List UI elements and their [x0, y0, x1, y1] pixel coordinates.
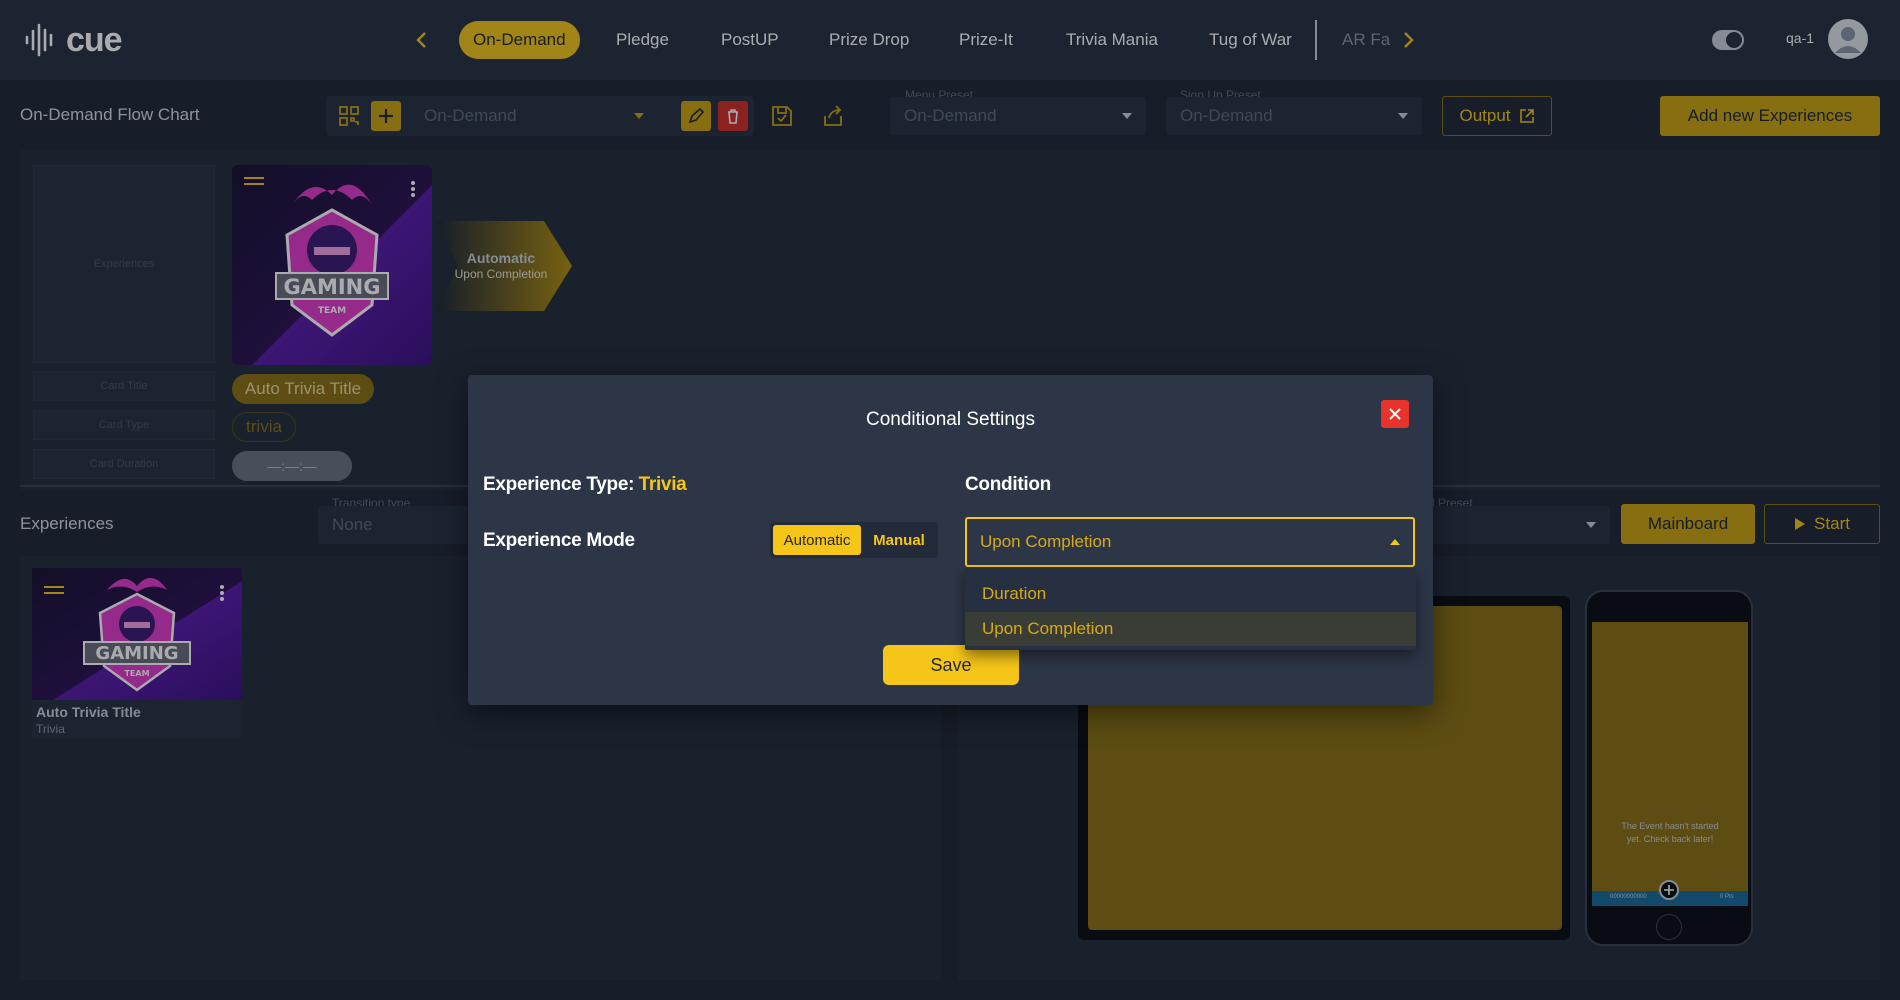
chevron-up-icon: [1390, 539, 1400, 545]
condition-option-duration[interactable]: Duration: [965, 577, 1416, 611]
close-icon: [1389, 408, 1401, 420]
mode-automatic-option[interactable]: Automatic: [773, 525, 861, 555]
experience-mode-label: Experience Mode: [483, 530, 635, 551]
close-modal-button[interactable]: [1381, 400, 1409, 428]
experience-type-value: Trivia: [638, 474, 687, 495]
experience-type-label: Experience Type:: [483, 474, 635, 495]
experience-type-row: Experience Type: Trivia: [483, 474, 687, 496]
condition-select[interactable]: Upon Completion: [965, 517, 1415, 567]
modal-title: Conditional Settings: [866, 409, 1035, 430]
conditional-settings-modal: Conditional Settings Experience Type: Tr…: [468, 375, 1433, 705]
save-button[interactable]: Save: [883, 645, 1019, 685]
condition-option-upon-completion[interactable]: Upon Completion: [965, 612, 1416, 646]
condition-dropdown-menu: Duration Upon Completion: [965, 568, 1416, 650]
condition-label: Condition: [965, 474, 1051, 495]
experience-mode-toggle: Automatic Manual: [770, 522, 938, 558]
condition-select-value: Upon Completion: [980, 532, 1112, 551]
mode-manual-option[interactable]: Manual: [863, 525, 935, 555]
